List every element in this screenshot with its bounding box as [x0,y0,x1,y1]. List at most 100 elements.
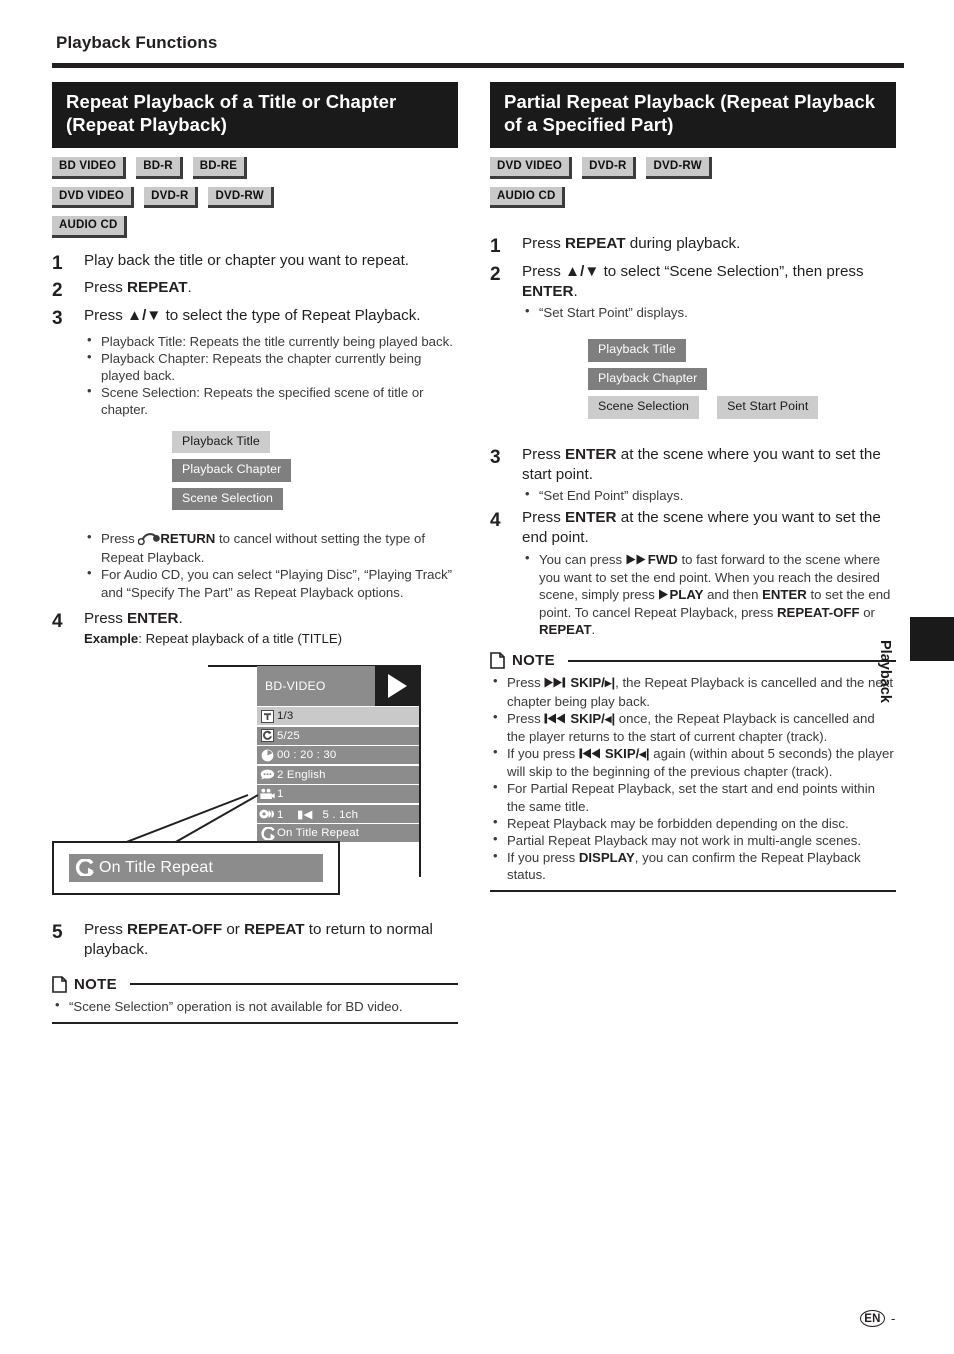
list-item: Scene Selection: Repeats the specified s… [84,383,458,418]
skip-forward-icon [544,675,570,692]
right-note-block: NOTE Press SKIP/▸|, the Repeat Playback … [490,652,896,893]
disc-badge: AUDIO CD [490,186,566,209]
step-text: Press REPEAT-OFF or REPEAT to return to … [84,920,458,960]
menu-chip-scene-selection[interactable]: Scene Selection [588,396,700,419]
key-name: ENTER [127,609,179,627]
step-number: 4 [52,610,63,632]
disc-badge: DVD-R [582,156,637,179]
up-down-arrow-icon: ▲/▼ [565,262,600,280]
step-text-pre: Press [84,306,128,324]
step-text: Play back the title or chapter you want … [84,251,458,271]
skip-back-icon [544,711,570,728]
step-text: Press ENTER. Example: Repeat playback of… [84,609,458,648]
skip-back-icon [579,746,605,763]
list-item: If you press SKIP/◂| again (within about… [490,744,896,780]
left-steps: 1 Play back the title or chapter you wan… [52,251,458,1025]
step-item: 3 Press ENTER at the scene where you wan… [490,445,896,485]
chip-row: Scene Selection Set Start Point [588,396,896,419]
note-list: Press SKIP/▸|, the Repeat Playback is ca… [490,673,896,883]
badge-row: DVD VIDEO DVD-R DVD-RW [52,186,458,209]
callout-text: On Title Repeat [99,858,214,876]
menu-chip-set-start-point[interactable]: Set Start Point [717,396,819,419]
step-text-post: during playback. [625,235,741,253]
step-number: 5 [52,921,63,943]
disc-badge: DVD-RW [646,156,712,179]
chip-row: Playback Chapter [172,459,458,482]
bullet-pre: If you press [507,850,579,866]
note-list: “Scene Selection” operation is not avail… [52,997,458,1015]
key-name: SKIP/◂| [570,710,616,726]
step-item: 5 Press REPEAT-OFF or REPEAT to return t… [52,920,458,960]
menu-chip-playback-title[interactable]: Playback Title [588,339,686,362]
example-label-rest: : Repeat playback of a title (TITLE) [138,630,343,646]
list-item: For Audio CD, you can select “Playing Di… [84,565,458,600]
step-text-post: . [573,282,578,300]
repeat-icon [69,859,99,876]
disc-badge: BD-RE [192,156,248,179]
list-item: Playback Chapter: Repeats the chapter cu… [84,349,458,384]
step3-bullet-list: Playback Title: Repeats the title curren… [84,332,458,419]
note-icon [490,652,505,670]
step-text-pre: Press [522,235,566,253]
step-item: 4 Press ENTER. Example: Repeat playback … [52,609,458,648]
key-name: DISPLAY [578,850,635,866]
bullet-mid4: or [859,605,875,621]
bullet-pre: Press [507,710,545,726]
note-rule [567,659,896,662]
note-bottom-rule [490,890,896,893]
list-item: “Scene Selection” operation is not avail… [52,997,458,1015]
list-item: Playback Title: Repeats the title curren… [84,332,458,350]
page-number: - [891,1311,896,1326]
osd-illustration: BD-VIDEO 1/3 5/25 00: 20: 30 2 English… [52,656,458,914]
step-item: 3 Press ▲/▼ to select the type of Repeat… [52,306,458,331]
note-title: NOTE [74,975,117,993]
disc-badge: DVD-R [144,186,199,209]
key-name: REPEAT [127,279,188,297]
page-title: Playback Functions [56,33,218,52]
disc-badge: BD VIDEO [52,156,127,179]
step-text: Press ▲/▼ to select “Scene Selection”, t… [522,262,896,302]
step-text-pre: Press [84,920,128,938]
play-icon [658,587,669,604]
left-note-block: NOTE “Scene Selection” operation is not … [52,976,458,1025]
step-text: Press ▲/▼ to select the type of Repeat P… [84,306,458,326]
chip-row: Playback Title [588,339,896,362]
note-rule [129,983,458,986]
step-text-post: . [178,609,183,627]
left-post-chip-bullets: Press RETURN to cancel without setting t… [84,529,458,601]
bullet-pre: You can press [539,551,626,567]
menu-chip-playback-chapter[interactable]: Playback Chapter [172,459,292,482]
menu-chip-scene-selection[interactable]: Scene Selection [172,487,284,511]
step-number: 2 [490,263,501,285]
step-number: 1 [490,236,501,258]
menu-chip-playback-title[interactable]: Playback Title [172,430,270,454]
step-text-post: to select the type of Repeat Playback. [161,306,421,324]
thumb-tab-marker [910,617,954,661]
up-down-arrow-icon: ▲/▼ [127,306,162,324]
chip-row: Playback Title [172,430,458,454]
step-text-post: . [187,279,192,297]
badge-row: AUDIO CD [52,216,458,239]
disc-badge: DVD-RW [208,186,274,209]
step-text-pre: Press [84,609,128,627]
step-number: 2 [52,280,63,302]
badge-row: AUDIO CD [490,186,896,209]
key-name: ENTER [565,445,617,463]
callout-box: On Title Repeat [52,840,340,895]
step-number: 3 [490,446,501,468]
list-item: Press SKIP/▸|, the Repeat Playback is ca… [490,673,896,709]
chip-row: Scene Selection [172,487,458,511]
step3-bullet-list: “Set End Point” displays. [522,486,896,504]
left-disc-badges: BD VIDEO BD-R BD-RE DVD VIDEO DVD-R DVD-… [52,156,458,239]
list-item: Repeat Playback may be forbidden dependi… [490,814,896,832]
left-column: Repeat Playback of a Title or Chapter (R… [52,82,458,1025]
right-osd-menu-chips: Playback Title Playback Chapter Scene Se… [588,339,896,419]
step-text-pre: Press [522,262,566,280]
return-icon [137,532,161,549]
step-text: Press ENTER at the scene where you want … [522,445,896,485]
key-name: REPEAT [565,235,626,253]
step-text: Press REPEAT. [84,278,458,298]
key-name: PLAY [669,587,704,603]
menu-chip-playback-chapter[interactable]: Playback Chapter [588,367,708,391]
note-header: NOTE [52,976,458,993]
